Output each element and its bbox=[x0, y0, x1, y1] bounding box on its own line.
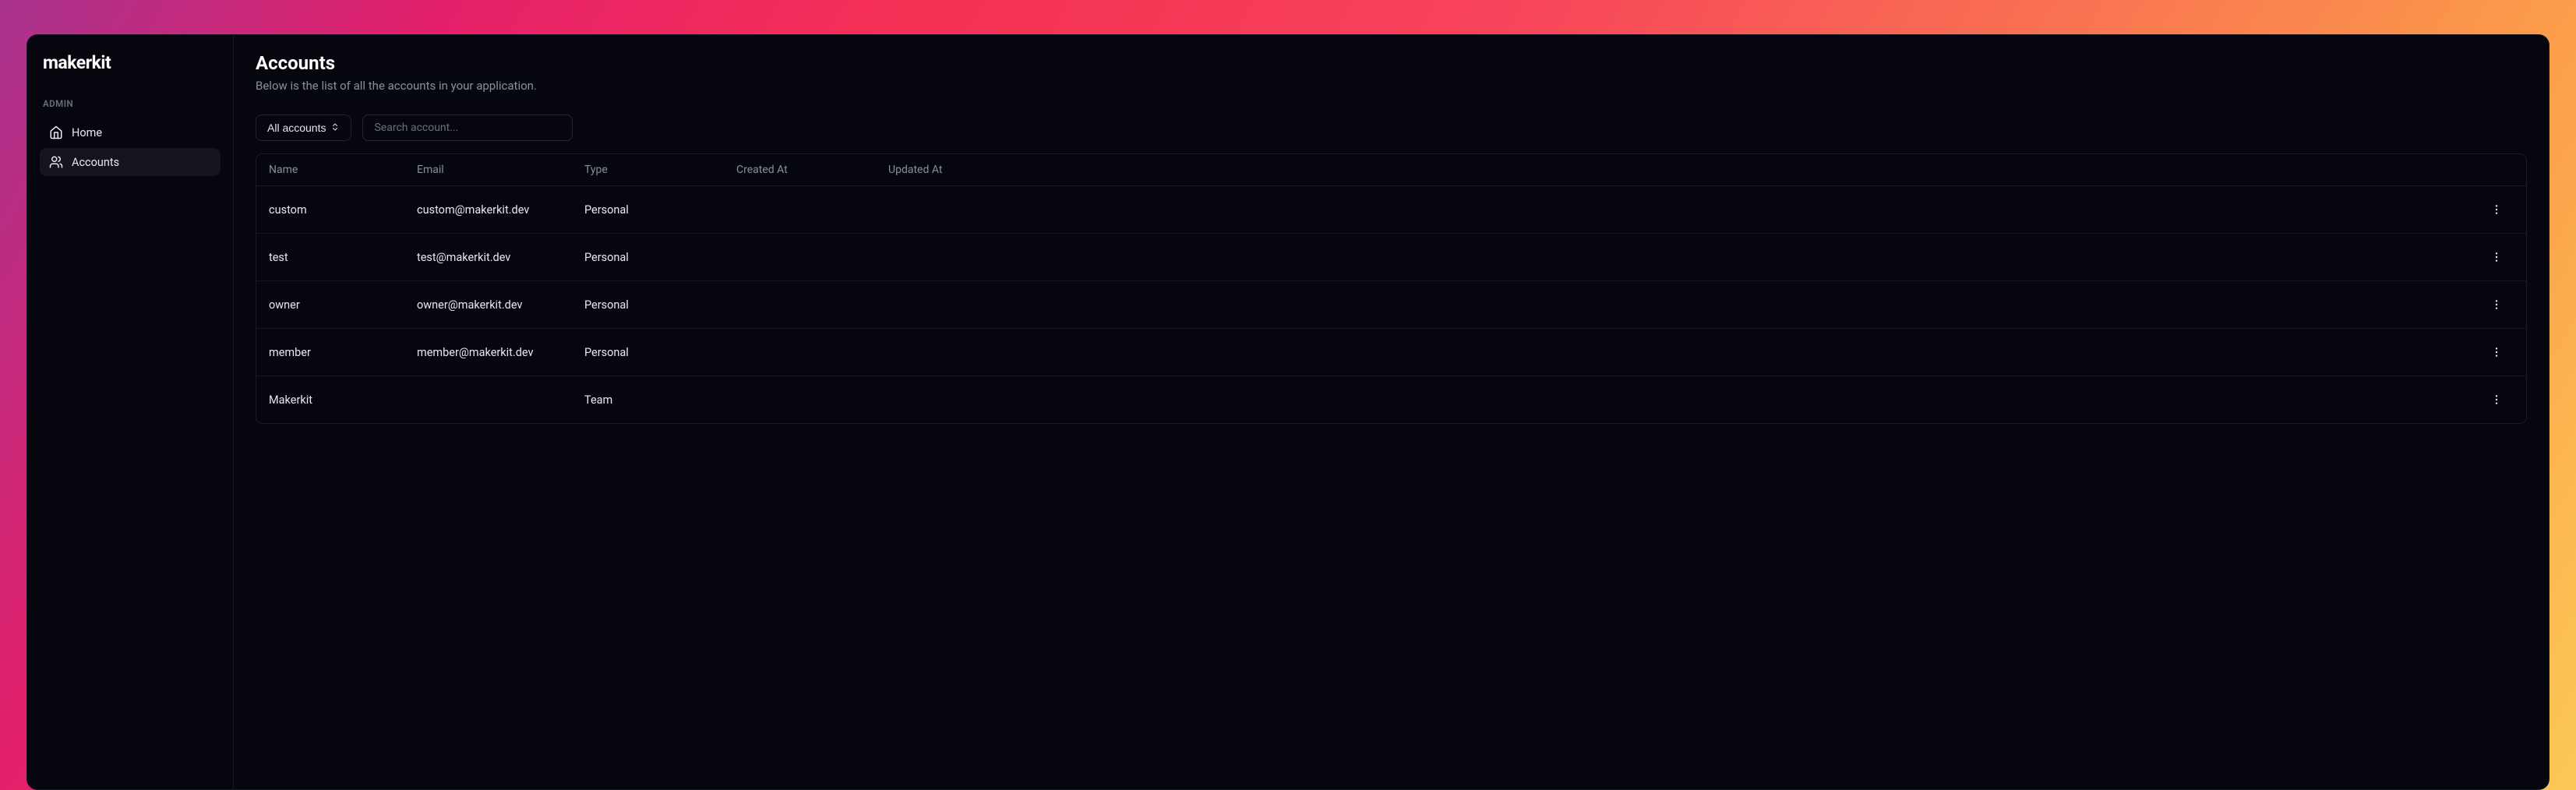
table-row: testtest@makerkit.devPersonal bbox=[256, 234, 2526, 281]
table-cell-email: custom@makerkit.dev bbox=[411, 203, 578, 217]
row-actions-button[interactable] bbox=[2486, 199, 2507, 220]
column-header-actions bbox=[2473, 164, 2520, 176]
table-cell-email: test@makerkit.dev bbox=[411, 251, 578, 264]
column-header-type: Type bbox=[578, 164, 730, 176]
table-cell-type: Personal bbox=[578, 346, 730, 359]
filter-label: All accounts bbox=[267, 122, 326, 134]
sidebar-section-label: ADMIN bbox=[40, 92, 221, 118]
table-cell-type: Personal bbox=[578, 298, 730, 312]
table-row: membermember@makerkit.devPersonal bbox=[256, 329, 2526, 376]
search-input[interactable] bbox=[362, 115, 573, 141]
page-title: Accounts bbox=[256, 52, 2527, 74]
page-subtitle: Below is the list of all the accounts in… bbox=[256, 79, 2527, 93]
accounts-table: Name Email Type Created At Updated At cu… bbox=[256, 153, 2527, 424]
more-vertical-icon bbox=[2490, 393, 2503, 406]
table-row: customcustom@makerkit.devPersonal bbox=[256, 186, 2526, 234]
table-cell-actions bbox=[2473, 341, 2520, 363]
table-cell-name: member bbox=[263, 346, 411, 359]
column-header-name: Name bbox=[263, 164, 411, 176]
table-cell-actions bbox=[2473, 199, 2520, 220]
table-cell-actions bbox=[2473, 389, 2520, 411]
table-cell-email: member@makerkit.dev bbox=[411, 346, 578, 359]
home-icon bbox=[49, 125, 63, 139]
main-content: Accounts Below is the list of all the ac… bbox=[234, 35, 2549, 789]
table-cell-actions bbox=[2473, 294, 2520, 316]
table-cell-actions bbox=[2473, 246, 2520, 268]
more-vertical-icon bbox=[2490, 251, 2503, 263]
table-row: ownerowner@makerkit.devPersonal bbox=[256, 281, 2526, 329]
table-cell-name: test bbox=[263, 251, 411, 264]
table-cell-name: owner bbox=[263, 298, 411, 312]
table-cell-type: Team bbox=[578, 393, 730, 407]
table-body: customcustom@makerkit.devPersonaltesttes… bbox=[256, 186, 2526, 423]
users-icon bbox=[49, 155, 63, 169]
row-actions-button[interactable] bbox=[2486, 341, 2507, 363]
column-header-updated: Updated At bbox=[882, 164, 2473, 176]
table-header: Name Email Type Created At Updated At bbox=[256, 154, 2526, 186]
sidebar-item-home[interactable]: Home bbox=[40, 118, 221, 146]
sidebar-item-accounts[interactable]: Accounts bbox=[40, 148, 221, 176]
more-vertical-icon bbox=[2490, 298, 2503, 311]
sidebar: makerkit ADMIN Home Acco bbox=[27, 35, 234, 789]
table-cell-name: custom bbox=[263, 203, 411, 217]
column-header-email: Email bbox=[411, 164, 578, 176]
table-cell-name: Makerkit bbox=[263, 393, 411, 407]
table-row: Makerkit Team bbox=[256, 376, 2526, 423]
more-vertical-icon bbox=[2490, 203, 2503, 216]
sidebar-item-label: Home bbox=[72, 126, 102, 139]
row-actions-button[interactable] bbox=[2486, 389, 2507, 411]
more-vertical-icon bbox=[2490, 346, 2503, 358]
table-cell-email: owner@makerkit.dev bbox=[411, 298, 578, 312]
row-actions-button[interactable] bbox=[2486, 294, 2507, 316]
table-cell-type: Personal bbox=[578, 251, 730, 264]
app-window: makerkit ADMIN Home Acco bbox=[26, 34, 2550, 790]
filter-dropdown[interactable]: All accounts bbox=[256, 115, 351, 141]
logo: makerkit bbox=[40, 52, 221, 92]
controls-row: All accounts bbox=[256, 115, 2527, 141]
row-actions-button[interactable] bbox=[2486, 246, 2507, 268]
chevron-sort-icon bbox=[330, 122, 340, 134]
table-cell-type: Personal bbox=[578, 203, 730, 217]
sidebar-item-label: Accounts bbox=[72, 156, 119, 169]
column-header-created: Created At bbox=[730, 164, 882, 176]
